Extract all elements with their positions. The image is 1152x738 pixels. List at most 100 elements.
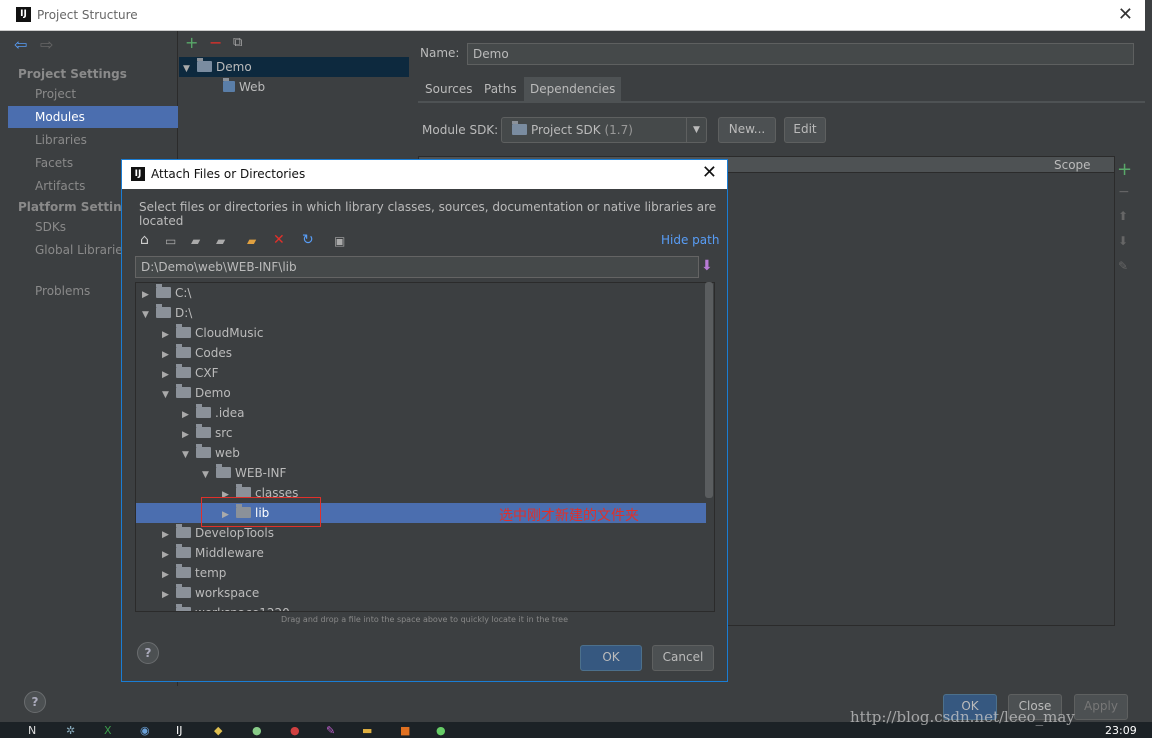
file-tree-row[interactable]: ▼ web	[136, 443, 706, 463]
tree-item-demo[interactable]: ▼ Demo	[179, 57, 409, 77]
app-icon[interactable]: ◆	[214, 724, 222, 737]
tree-scrollbar[interactable]	[705, 282, 713, 498]
collapsed-arrow-icon[interactable]: ▶	[182, 425, 196, 445]
collapsed-arrow-icon[interactable]: ▶	[162, 525, 176, 545]
excel-icon[interactable]: X	[104, 724, 112, 737]
collapsed-arrow-icon[interactable]: ▶	[162, 325, 176, 345]
file-tree-row[interactable]: ▶ src	[136, 423, 706, 443]
folder-icon	[176, 524, 191, 538]
tab-dependencies[interactable]: Dependencies	[524, 77, 622, 101]
module-sdk-label: Module SDK:	[422, 123, 499, 137]
back-arrow-icon[interactable]: ⇦	[14, 35, 27, 54]
expanded-arrow-icon[interactable]: ▼	[142, 305, 156, 325]
expanded-arrow-icon[interactable]: ▼	[162, 385, 176, 405]
expanded-arrow-icon[interactable]: ▼	[202, 465, 216, 485]
delete-icon[interactable]: ✕	[273, 232, 285, 248]
main-titlebar: IJ Project Structure ✕	[0, 0, 1145, 31]
folder-icon	[176, 584, 191, 598]
watermark: http://blog.csdn.net/leeo_may	[850, 708, 1075, 726]
module-folder-icon[interactable]: ▰	[216, 234, 225, 248]
tree-item-web[interactable]: Web	[223, 77, 265, 97]
help-icon[interactable]: ?	[24, 691, 46, 713]
module-sdk-select[interactable]: Project SDK (1.7) ▼	[501, 117, 707, 143]
file-tree-label: Demo	[195, 386, 231, 400]
tab-underline	[418, 101, 1145, 103]
file-tree-row[interactable]: ▶ Middleware	[136, 543, 706, 563]
chevron-down-icon[interactable]: ▼	[686, 118, 706, 142]
dialog-close-icon[interactable]: ✕	[702, 162, 717, 183]
file-tree-row[interactable]: ▶ Codes	[136, 343, 706, 363]
folder-icon	[196, 404, 211, 418]
collapsed-arrow-icon[interactable]: ▶	[162, 565, 176, 585]
web-facet-icon	[223, 78, 235, 92]
file-tree-label: WEB-INF	[235, 466, 287, 480]
file-tree-row[interactable]: ▶ workspace1220	[136, 603, 706, 611]
file-tree-row[interactable]: ▼ D:\	[136, 303, 706, 323]
expanded-arrow-icon[interactable]: ▼	[182, 445, 196, 465]
dialog-help-icon[interactable]: ?	[137, 642, 159, 664]
remove-dependency-icon[interactable]: −	[1118, 184, 1130, 200]
file-tree-row[interactable]: ▶ .idea	[136, 403, 706, 423]
onenote-icon[interactable]: N	[28, 724, 36, 737]
collapsed-arrow-icon[interactable]: ▶	[162, 345, 176, 365]
file-tree-row[interactable]: ▶ C:\	[136, 283, 706, 303]
wechat-icon[interactable]: ●	[436, 724, 446, 737]
tab-sources[interactable]: Sources	[419, 77, 478, 101]
show-hidden-icon[interactable]: ▣	[334, 234, 345, 248]
collapsed-arrow-icon[interactable]: ▶	[162, 545, 176, 565]
hide-path-link[interactable]: Hide path	[661, 233, 719, 247]
app-icon[interactable]: ■	[400, 724, 410, 737]
path-input[interactable]: D:\Demo\web\WEB-INF\lib	[135, 256, 699, 278]
folder-icon	[176, 364, 191, 378]
file-tree-label: CXF	[195, 366, 219, 380]
file-tree-row[interactable]: ▼ Demo	[136, 383, 706, 403]
refresh-icon[interactable]: ↻	[302, 232, 314, 248]
collapsed-arrow-icon[interactable]: ▶	[162, 365, 176, 385]
move-up-icon[interactable]: ⬆	[1118, 209, 1128, 223]
remove-icon[interactable]: −	[209, 33, 222, 52]
apply-button[interactable]: Apply	[1074, 694, 1128, 720]
home-icon[interactable]: ⌂	[140, 232, 149, 248]
collapsed-arrow-icon[interactable]: ▶	[162, 585, 176, 605]
dialog-cancel-button[interactable]: Cancel	[652, 645, 714, 671]
file-tree-row[interactable]: ▶ CXF	[136, 363, 706, 383]
collapse-arrow-icon[interactable]: ▼	[183, 59, 197, 79]
move-down-icon[interactable]: ⬇	[1118, 234, 1128, 248]
forward-arrow-icon[interactable]: ⇨	[40, 35, 53, 54]
file-tree-row[interactable]: ▶ workspace	[136, 583, 706, 603]
app-icon[interactable]: ●	[252, 724, 262, 737]
folder-icon[interactable]: ▬	[362, 724, 372, 737]
desktop-icon[interactable]: ▭	[165, 234, 176, 248]
new-sdk-button[interactable]: New...	[718, 117, 776, 143]
add-icon[interactable]: +	[185, 33, 198, 52]
sidebar-item-modules[interactable]: Modules	[8, 106, 178, 128]
tree-item-label: Web	[239, 80, 266, 94]
name-label: Name:	[420, 46, 460, 60]
file-tree-row[interactable]: ▶ CloudMusic	[136, 323, 706, 343]
collapsed-arrow-icon[interactable]: ▶	[162, 605, 176, 611]
add-dependency-icon[interactable]: +	[1117, 159, 1132, 180]
dialog-ok-button[interactable]: OK	[580, 645, 642, 671]
tab-paths[interactable]: Paths	[478, 77, 523, 101]
sidebar-item-libraries[interactable]: Libraries	[8, 129, 178, 151]
intellij-taskbar-icon[interactable]: IJ	[176, 724, 183, 737]
drag-drop-hint: Drag and drop a file into the space abov…	[280, 615, 569, 624]
collapsed-arrow-icon[interactable]: ▶	[182, 405, 196, 425]
collapsed-arrow-icon[interactable]: ▶	[142, 285, 156, 305]
window-close-icon[interactable]: ✕	[1118, 4, 1133, 25]
project-folder-icon[interactable]: ▰	[191, 234, 200, 248]
app-icon[interactable]: ●	[290, 724, 300, 737]
sidebar-item-project[interactable]: Project	[8, 83, 178, 105]
browser-icon[interactable]: ◉	[140, 724, 150, 737]
copy-icon[interactable]: ⧉	[233, 35, 242, 50]
edit-pencil-icon[interactable]: ✎	[1118, 259, 1128, 273]
file-tree-row[interactable]: ▶ temp	[136, 563, 706, 583]
module-name-field[interactable]: Demo	[467, 43, 1134, 65]
new-folder-icon[interactable]: ▰	[247, 234, 256, 248]
edit-sdk-button[interactable]: Edit	[784, 117, 826, 143]
app-icon[interactable]: ✎	[326, 724, 335, 737]
file-tree-row[interactable]: ▼ WEB-INF	[136, 463, 706, 483]
path-history-icon[interactable]: ⬇	[701, 258, 713, 274]
app-icon[interactable]: ✲	[66, 724, 75, 737]
intellij-icon: IJ	[16, 7, 31, 22]
